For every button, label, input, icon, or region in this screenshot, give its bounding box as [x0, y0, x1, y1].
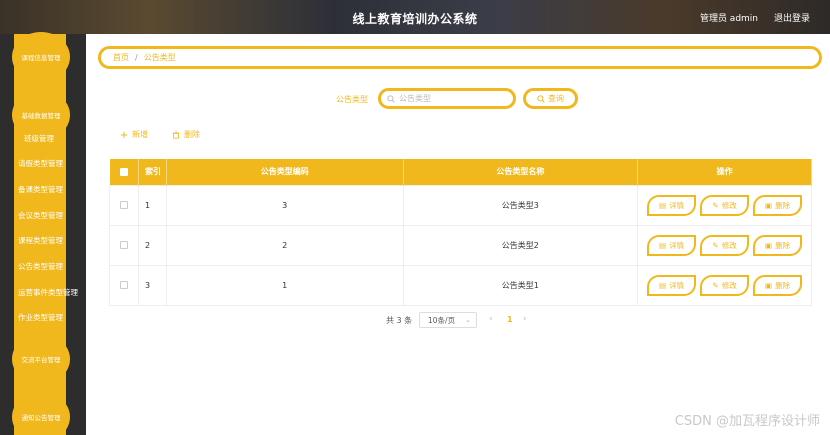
search-button[interactable]: 查询	[523, 88, 578, 109]
trash-icon: ▣	[765, 280, 773, 290]
header-select-all[interactable]	[109, 159, 139, 185]
cell-index: 1	[137, 184, 167, 226]
pencil-icon: ✎	[712, 240, 719, 250]
trash-icon: ▣	[765, 200, 773, 210]
header-bar: 线上教育培训办公系统 管理员 admin 退出登录	[0, 0, 830, 34]
pagination-total: 共 3 条	[386, 316, 413, 325]
search-label: 公告类型	[336, 95, 368, 104]
row-checkbox[interactable]	[119, 241, 128, 249]
sidebar-sub-prep-type[interactable]: 备课类型管理	[18, 184, 63, 195]
sidebar-sub-leave-type[interactable]: 请假类型管理	[18, 158, 63, 169]
search-button-label: 查询	[548, 94, 564, 103]
header-name: 公告类型名称	[403, 159, 639, 185]
sidebar-item-course-info[interactable]: 课程信息管理	[12, 32, 70, 82]
detail-button[interactable]: ▤ 详情	[647, 234, 697, 256]
header-index: 索引	[138, 159, 167, 185]
search-box	[378, 88, 516, 109]
sidebar-sub-notice-type[interactable]: 公告类型管理	[18, 261, 63, 272]
edit-button[interactable]: ✎ 修改	[700, 234, 750, 256]
edit-button[interactable]: ✎ 修改	[700, 274, 750, 296]
document-icon: ▤	[659, 280, 667, 290]
chevron-down-icon: ⌄	[465, 316, 471, 324]
page-size-value: 10条/页	[428, 315, 456, 325]
trash-icon: ▣	[765, 240, 773, 250]
header-ops: 操作	[637, 159, 812, 185]
document-icon: ▤	[659, 200, 667, 210]
search-input[interactable]	[399, 94, 499, 103]
breadcrumb-home[interactable]: 首页	[113, 52, 129, 63]
plus-icon	[120, 131, 128, 139]
next-page-button[interactable]: ›	[523, 314, 527, 324]
cell-index: 2	[137, 224, 167, 266]
breadcrumb-current: 公告类型	[143, 53, 176, 62]
cell-name: 公告类型2	[402, 224, 639, 266]
table-row: 1 3 公告类型3 ▤ 详情 ✎ 修改 ▣ 删除	[109, 184, 812, 226]
header-code: 公告类型编码	[166, 159, 404, 185]
sidebar-item-notice[interactable]: 通知公告管理	[12, 392, 70, 435]
sidebar-sub-ops-event-type[interactable]: 运营事件类型管理	[18, 287, 78, 298]
pencil-icon: ✎	[712, 200, 719, 210]
page-number-current[interactable]: 1	[507, 315, 513, 324]
search-icon	[537, 94, 545, 103]
page-size-select[interactable]: 10条/页 ⌄	[419, 312, 477, 328]
pagination: 共 3 条 10条/页 ⌄ ‹ 1 ›	[0, 312, 830, 328]
batch-delete-button[interactable]: 删除	[172, 129, 200, 140]
delete-button[interactable]: ▣ 删除	[753, 234, 803, 256]
table-header-row: 索引 公告类型编码 公告类型名称 操作	[109, 159, 812, 185]
cell-code: 2	[165, 224, 404, 266]
detail-button[interactable]: ▤ 详情	[647, 274, 697, 296]
watermark: CSDN @加瓦程序设计师	[674, 414, 820, 429]
add-button-label: 新增	[132, 130, 148, 139]
cell-index: 3	[137, 264, 167, 306]
delete-button[interactable]: ▣ 删除	[753, 194, 803, 216]
cell-ops: ▤ 详情 ✎ 修改 ▣ 删除	[637, 264, 812, 306]
cell-ops: ▤ 详情 ✎ 修改 ▣ 删除	[637, 184, 812, 226]
row-checkbox[interactable]	[119, 281, 128, 289]
breadcrumb: 首页 / 公告类型	[98, 46, 822, 69]
breadcrumb-separator: /	[135, 53, 138, 62]
data-table: 索引 公告类型编码 公告类型名称 操作 1 3 公告类型3 ▤ 详情 ✎ 修改 ▣ 删除 …	[109, 159, 812, 306]
row-checkbox[interactable]	[119, 201, 128, 209]
cell-code: 3	[165, 184, 404, 226]
pencil-icon: ✎	[712, 280, 719, 290]
cell-code: 1	[165, 264, 404, 306]
select-all-checkbox[interactable]	[119, 167, 128, 176]
sidebar-item-forum[interactable]: 交流平台管理	[12, 334, 70, 384]
batch-delete-label: 删除	[184, 130, 200, 139]
document-icon: ▤	[659, 240, 667, 250]
cell-name: 公告类型1	[402, 264, 639, 306]
sidebar-sub-class[interactable]: 班级管理	[24, 133, 54, 144]
current-user: 管理员 admin	[699, 14, 758, 24]
cell-ops: ▤ 详情 ✎ 修改 ▣ 删除	[637, 224, 812, 266]
delete-button[interactable]: ▣ 删除	[753, 274, 803, 296]
table-row: 2 2 公告类型2 ▤ 详情 ✎ 修改 ▣ 删除	[109, 224, 812, 266]
search-icon	[387, 94, 395, 103]
sidebar-sub-meeting-type[interactable]: 会议类型管理	[18, 210, 63, 221]
table-row: 3 1 公告类型1 ▤ 详情 ✎ 修改 ▣ 删除	[109, 264, 812, 306]
edit-button[interactable]: ✎ 修改	[700, 194, 750, 216]
prev-page-button[interactable]: ‹	[489, 314, 493, 324]
sidebar-sub-course-type[interactable]: 课程类型管理	[18, 235, 63, 246]
detail-button[interactable]: ▤ 详情	[647, 194, 697, 216]
add-button[interactable]: 新增	[120, 129, 148, 140]
trash-icon	[172, 130, 180, 139]
cell-name: 公告类型3	[402, 184, 639, 226]
logout-link[interactable]: 退出登录	[774, 11, 810, 24]
